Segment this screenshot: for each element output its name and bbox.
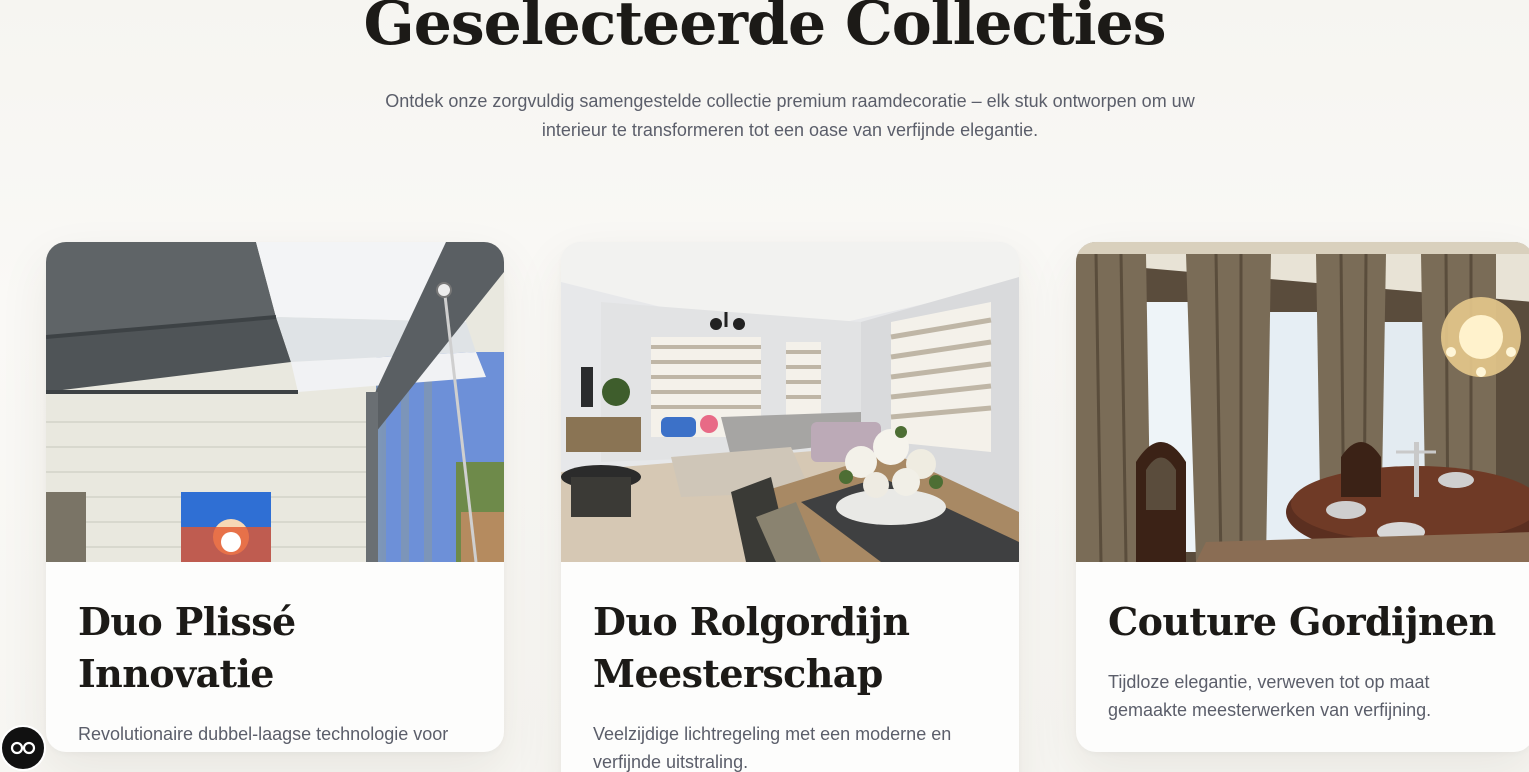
collection-card-duo-rolgordijn[interactable]: Duo Rolgordijn Meesterschap Veelzijdige …	[561, 242, 1019, 772]
collection-card-duo-plisse[interactable]: Duo Plissé Innovatie Revolutionaire dubb…	[46, 242, 504, 752]
section-title: Geselecteerde Collecties	[363, 0, 1166, 59]
dining-room-curtains-photo	[1076, 242, 1529, 562]
conservatory-pleated-blinds-photo	[46, 242, 504, 562]
collection-card-couture-gordijnen[interactable]: Couture Gordijnen Tijdloze elegantie, ve…	[1076, 242, 1529, 752]
card-description: Revolutionaire dubbel-laagse technologie…	[78, 724, 449, 744]
card-title: Duo Plissé Innovatie	[78, 599, 296, 696]
card-title: Duo Rolgordijn Meesterschap	[593, 599, 910, 696]
accessibility-button[interactable]	[0, 725, 46, 771]
section-subtitle: Ontdek onze zorgvuldig samengestelde col…	[385, 91, 1195, 140]
living-room-duo-roller-blinds-photo	[561, 242, 1019, 562]
card-description: Tijdloze elegantie, verweven tot op maat…	[1108, 672, 1432, 720]
accessibility-glasses-icon	[10, 741, 36, 755]
card-description: Veelzijdige lichtregeling met een modern…	[593, 724, 952, 772]
collections-section: Geselecteerde Collecties Ontdek onze zor…	[0, 0, 1529, 772]
card-title: Couture Gordijnen	[1108, 599, 1496, 644]
